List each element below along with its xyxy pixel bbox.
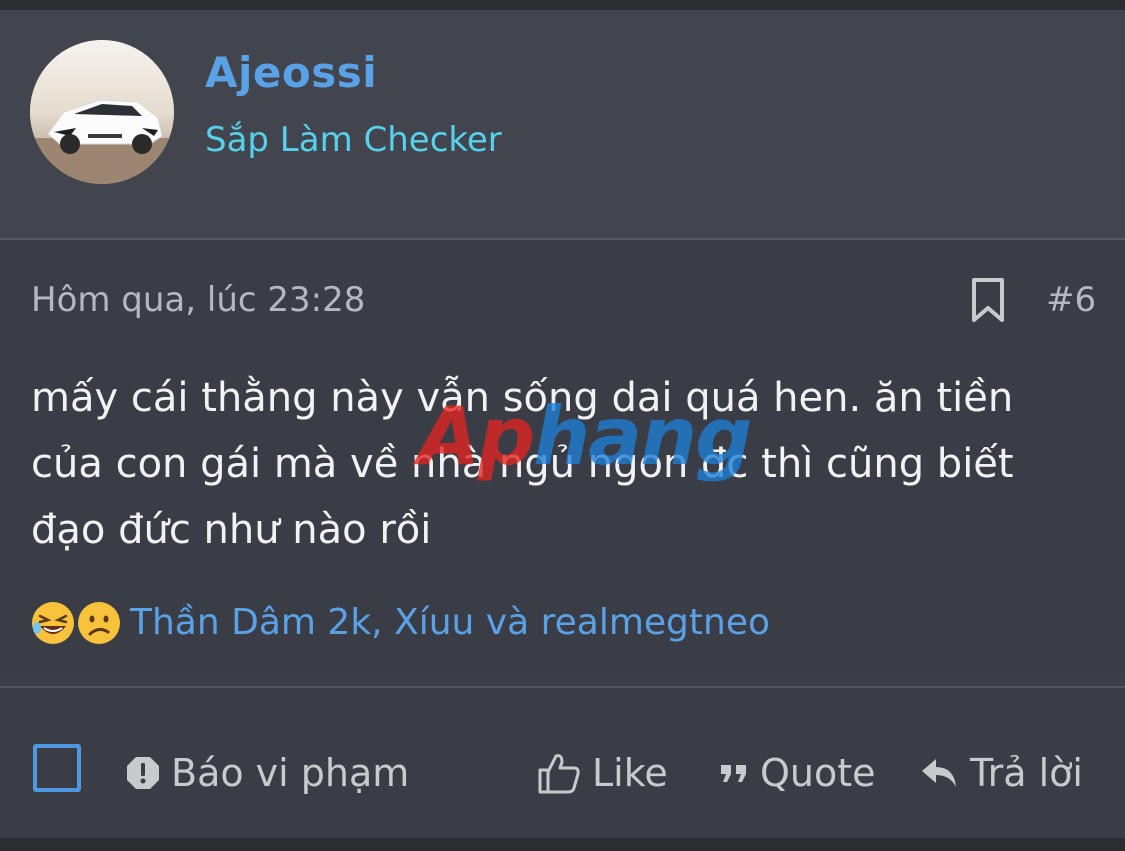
- laughing-emoji-icon[interactable]: [28, 598, 78, 648]
- quote-button[interactable]: Quote: [718, 748, 876, 798]
- quote-icon: [721, 765, 746, 782]
- reactions-bar: Thần Dâm 2k, Xíuu và realmegtneo: [28, 596, 1028, 652]
- user-title: Sắp Làm Checker: [205, 120, 502, 160]
- post-number[interactable]: #6: [1046, 280, 1096, 320]
- report-button[interactable]: Báo vi phạm: [125, 748, 409, 798]
- post-body: Hôm qua, lúc 23:28 #6 mấy cái thằng này …: [0, 240, 1125, 676]
- post-time[interactable]: Hôm qua, lúc 23:28: [31, 280, 365, 320]
- like-button[interactable]: Like: [536, 748, 668, 798]
- post-actions: Báo vi phạm Like Quote Trả lời: [0, 686, 1125, 840]
- screen: Ajeossi Sắp Làm Checker Hôm qua, lúc 23:…: [0, 0, 1125, 851]
- username[interactable]: Ajeossi: [205, 48, 377, 97]
- reply-button[interactable]: Trả lời: [920, 748, 1083, 798]
- bottom-divider: [0, 838, 1125, 851]
- post-message: mấy cái thằng này vẫn sống dai quá hen. …: [31, 375, 1014, 553]
- user-header: Ajeossi Sắp Làm Checker: [0, 10, 1125, 240]
- warning-octagon-icon: [127, 757, 159, 789]
- like-label: Like: [592, 751, 668, 795]
- thumbs-up-icon: [538, 754, 580, 794]
- select-checkbox[interactable]: [33, 744, 81, 792]
- post-card: Ajeossi Sắp Làm Checker Hôm qua, lúc 23:…: [0, 10, 1125, 840]
- reply-arrow-icon: [922, 759, 956, 787]
- report-label: Báo vi phạm: [171, 751, 410, 795]
- reply-label: Trả lời: [970, 751, 1083, 795]
- car-image-icon: [30, 40, 174, 184]
- sad-emoji-icon[interactable]: [74, 598, 124, 648]
- reaction-users-link[interactable]: Thần Dâm 2k, Xíuu và realmegtneo: [130, 602, 770, 643]
- quote-label: Quote: [760, 751, 876, 795]
- bookmark-icon[interactable]: [968, 276, 1008, 324]
- avatar[interactable]: [30, 40, 174, 184]
